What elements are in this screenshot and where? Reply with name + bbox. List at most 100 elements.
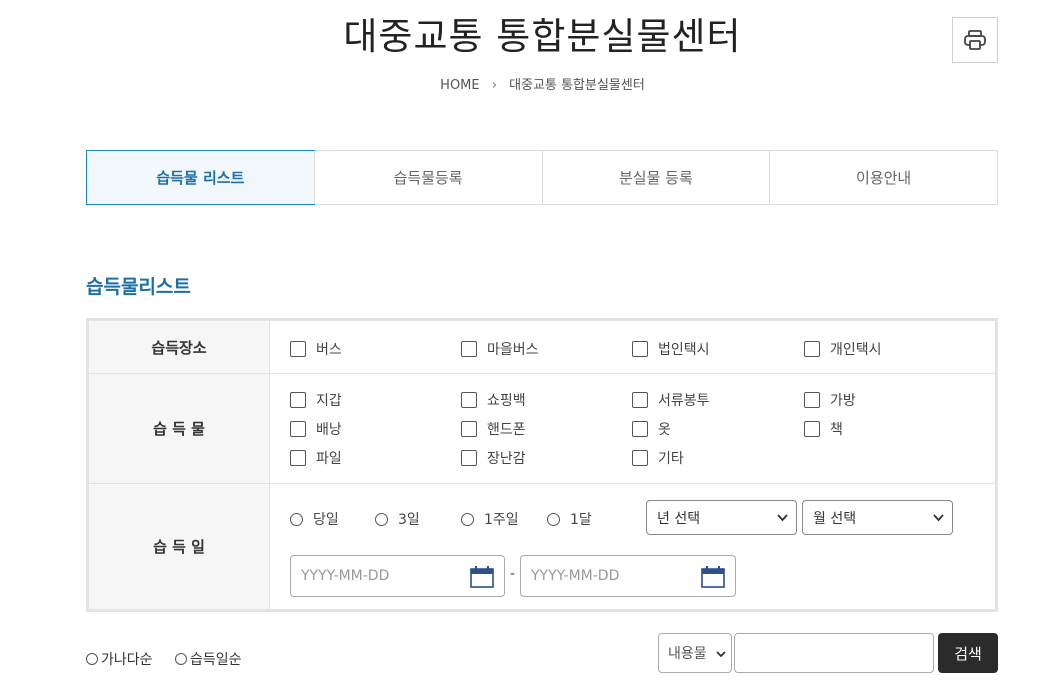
checkbox-label: 배낭 xyxy=(316,422,342,438)
radio-label: 3일 xyxy=(398,512,420,528)
checkbox-item-phone[interactable]: 핸드폰 xyxy=(461,419,526,439)
page-title: 대중교통 통합분실물센터 xyxy=(343,15,742,58)
checkbox-item-toy[interactable]: 장난감 xyxy=(461,448,526,468)
breadcrumb: HOME › 대중교통 통합분실물센터 xyxy=(0,74,1039,93)
tab-found-list[interactable]: 습득물 리스트 xyxy=(86,150,315,205)
year-select-value: 년 선택 xyxy=(657,510,701,527)
start-date-input[interactable]: YYYY-MM-DD xyxy=(290,555,505,597)
filter-label-item: 습 득 물 xyxy=(89,374,270,483)
filter-row-place: 습득장소 버스 마을버스 법인택시 개인택시 xyxy=(89,321,995,373)
checkbox-box[interactable] xyxy=(290,421,306,437)
checkbox-place-bus[interactable]: 버스 xyxy=(290,339,342,359)
checkbox-label: 옷 xyxy=(658,422,671,438)
search-input[interactable] xyxy=(734,633,934,673)
radio-circle[interactable] xyxy=(175,653,187,665)
checkbox-label: 버스 xyxy=(316,342,342,358)
radio-label: 1달 xyxy=(570,512,592,528)
checkbox-box[interactable] xyxy=(461,392,477,408)
radio-circle[interactable] xyxy=(86,653,98,665)
radio-period-1week[interactable]: 1주일 xyxy=(461,509,519,529)
search-field-value: 내용물 xyxy=(668,646,707,662)
radio-circle[interactable] xyxy=(375,512,388,526)
breadcrumb-separator: › xyxy=(491,78,497,93)
chevron-down-icon xyxy=(933,514,944,522)
radio-circle[interactable] xyxy=(547,512,560,526)
checkbox-item-shopping-bag[interactable]: 쇼핑백 xyxy=(461,390,526,410)
radio-label: 가나다순 xyxy=(101,652,153,668)
month-select-value: 월 선택 xyxy=(813,510,857,527)
end-date-input[interactable]: YYYY-MM-DD xyxy=(520,555,736,597)
checkbox-label: 마을버스 xyxy=(487,342,539,358)
month-select[interactable]: 월 선택 xyxy=(802,500,953,535)
radio-label: 습득일순 xyxy=(190,652,242,668)
calendar-icon[interactable] xyxy=(470,566,494,588)
checkbox-box[interactable] xyxy=(461,421,477,437)
section-title: 습득물리스트 xyxy=(86,276,191,298)
checkbox-place-village-bus[interactable]: 마을버스 xyxy=(461,339,539,359)
checkbox-item-file[interactable]: 파일 xyxy=(290,448,342,468)
checkbox-item-other[interactable]: 기타 xyxy=(632,448,684,468)
checkbox-box[interactable] xyxy=(290,450,306,466)
checkbox-place-private-taxi[interactable]: 개인택시 xyxy=(804,339,882,359)
search-field-select[interactable]: 내용물 xyxy=(658,633,732,673)
checkbox-box[interactable] xyxy=(461,450,477,466)
print-icon xyxy=(964,30,986,50)
radio-period-1month[interactable]: 1달 xyxy=(547,509,592,529)
checkbox-label: 지갑 xyxy=(316,393,342,409)
sort-date-radio[interactable]: 습득일순 xyxy=(175,649,242,669)
tab-usage-guide[interactable]: 이용안내 xyxy=(769,151,997,204)
chevron-down-icon xyxy=(777,514,788,522)
radio-label: 1주일 xyxy=(484,512,519,528)
checkbox-box[interactable] xyxy=(290,341,306,357)
checkbox-box[interactable] xyxy=(461,341,477,357)
filter-label-date: 습 득 일 xyxy=(89,484,270,609)
sort-alphabetical-radio[interactable]: 가나다순 xyxy=(86,649,153,669)
tab-found-register[interactable]: 습득물등록 xyxy=(313,151,542,204)
tab-bar: 습득물 리스트 습득물등록 분실물 등록 이용안내 xyxy=(86,150,998,205)
checkbox-item-envelope[interactable]: 서류봉투 xyxy=(632,390,710,410)
checkbox-label: 책 xyxy=(830,422,843,438)
checkbox-box[interactable] xyxy=(804,341,820,357)
tab-lost-register[interactable]: 분실물 등록 xyxy=(541,151,770,204)
calendar-icon[interactable] xyxy=(701,566,725,588)
filter-row-item: 습 득 물 지갑 쇼핑백 서류봉투 가방 배낭 핸드폰 옷 책 파일 장난감 기… xyxy=(89,373,995,483)
start-date-placeholder: YYYY-MM-DD xyxy=(301,568,390,584)
checkbox-box[interactable] xyxy=(632,450,648,466)
radio-circle[interactable] xyxy=(290,512,303,526)
checkbox-label: 서류봉투 xyxy=(658,393,710,409)
filter-table: 습득장소 버스 마을버스 법인택시 개인택시 습 득 물 지갑 쇼핑백 서류봉투… xyxy=(86,318,998,612)
checkbox-box[interactable] xyxy=(804,392,820,408)
checkbox-box[interactable] xyxy=(632,392,648,408)
checkbox-label: 핸드폰 xyxy=(487,422,526,438)
year-select[interactable]: 년 선택 xyxy=(646,500,797,535)
checkbox-place-corp-taxi[interactable]: 법인택시 xyxy=(632,339,710,359)
radio-label: 당일 xyxy=(313,512,339,528)
end-date-placeholder: YYYY-MM-DD xyxy=(531,568,620,584)
checkbox-label: 쇼핑백 xyxy=(487,393,526,409)
chevron-down-icon xyxy=(716,651,726,658)
radio-period-3days[interactable]: 3일 xyxy=(375,509,420,529)
filter-row-date: 습 득 일 당일 3일 1주일 1달 년 선택 월 선택 YYYY-MM-DD … xyxy=(89,483,995,609)
checkbox-label: 장난감 xyxy=(487,451,526,467)
date-range-separator: - xyxy=(510,566,516,582)
filter-label-place: 습득장소 xyxy=(89,321,270,373)
checkbox-item-wallet[interactable]: 지갑 xyxy=(290,390,342,410)
radio-circle[interactable] xyxy=(461,512,474,526)
checkbox-label: 기타 xyxy=(658,451,684,467)
checkbox-box[interactable] xyxy=(290,392,306,408)
checkbox-label: 개인택시 xyxy=(830,342,882,358)
checkbox-box[interactable] xyxy=(804,421,820,437)
checkbox-box[interactable] xyxy=(632,421,648,437)
print-button[interactable] xyxy=(952,17,998,63)
checkbox-box[interactable] xyxy=(632,341,648,357)
breadcrumb-home[interactable]: HOME xyxy=(440,78,479,93)
checkbox-item-bag[interactable]: 가방 xyxy=(804,390,856,410)
checkbox-item-book[interactable]: 책 xyxy=(804,419,843,439)
checkbox-label: 파일 xyxy=(316,451,342,467)
search-button[interactable]: 검색 xyxy=(938,633,998,673)
checkbox-label: 가방 xyxy=(830,393,856,409)
checkbox-label: 법인택시 xyxy=(658,342,710,358)
radio-period-today[interactable]: 당일 xyxy=(290,509,339,529)
checkbox-item-backpack[interactable]: 배낭 xyxy=(290,419,342,439)
checkbox-item-clothes[interactable]: 옷 xyxy=(632,419,671,439)
